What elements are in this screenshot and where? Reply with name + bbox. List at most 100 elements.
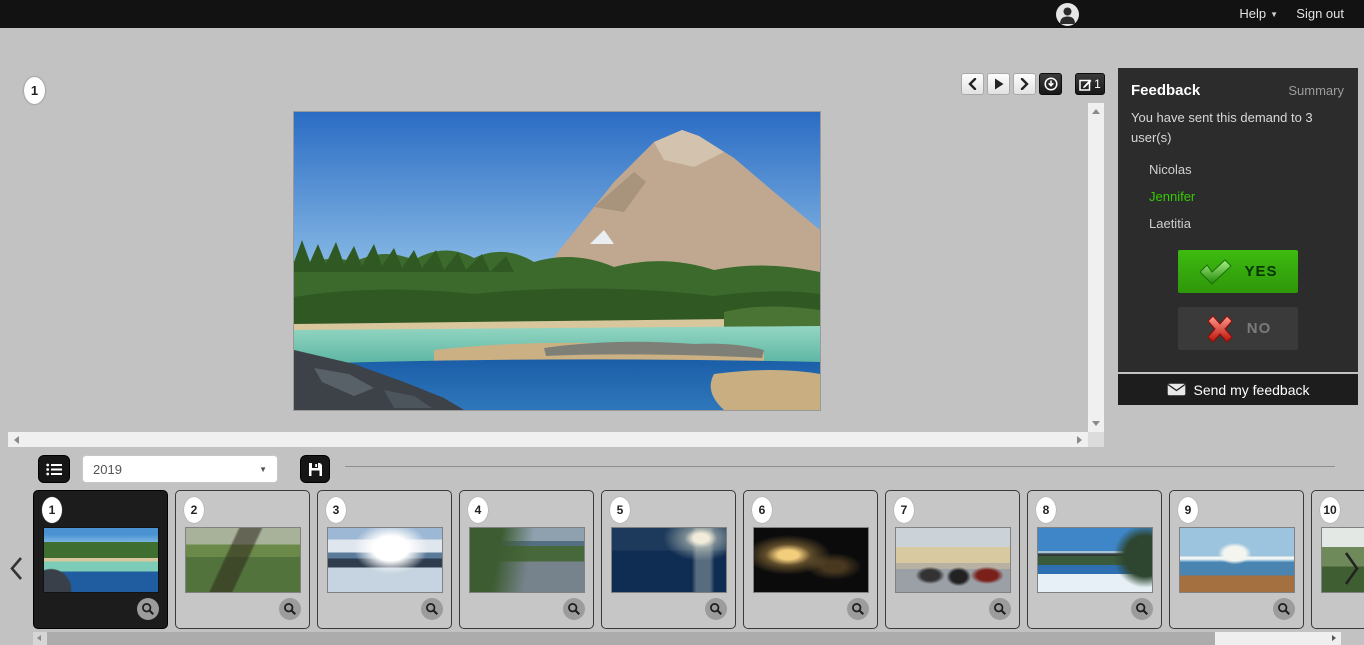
zoom-thumbnail-button[interactable] [137, 598, 159, 620]
recipient-list: Nicolas Jennifer Laetitia [1118, 156, 1358, 237]
thumbnail-cell-1[interactable]: 1 [33, 490, 168, 629]
filmstrip-scroll-left-button[interactable] [9, 556, 24, 586]
scrollbar-thumb[interactable] [47, 632, 1215, 645]
thumbnail-number: 5 [610, 497, 630, 523]
filmstrip-horizontal-scrollbar[interactable] [33, 632, 1341, 645]
recipient-jennifer: Jennifer [1118, 183, 1358, 210]
thumbnail-image [754, 528, 868, 592]
filmstrip-scroll-right-button[interactable] [1343, 551, 1360, 591]
main-photo [294, 112, 820, 410]
play-icon [994, 78, 1004, 90]
sign-out-link[interactable]: Sign out [1296, 0, 1344, 28]
thumbnail-image [612, 528, 726, 592]
thumbnail-number: 4 [468, 497, 488, 523]
yes-label: YES [1244, 263, 1277, 280]
x-icon [1205, 315, 1235, 343]
slideshow-play-button[interactable] [987, 73, 1010, 95]
thumbnail-image [328, 528, 442, 592]
magnifier-icon [283, 602, 297, 616]
thumbnail-number: 10 [1320, 497, 1340, 523]
scroll-left-arrow [37, 635, 41, 641]
circle-arrow-down-icon [1044, 77, 1058, 91]
viewer-controls: 1 [961, 73, 1105, 95]
yes-button[interactable]: YES [1178, 250, 1298, 293]
zoom-thumbnail-button[interactable] [279, 598, 301, 620]
thumbnail-image [470, 528, 584, 592]
thumbnail-cell-2[interactable]: 2 [175, 490, 310, 629]
scroll-right-arrow[interactable] [1332, 635, 1336, 641]
zoom-thumbnail-button[interactable] [705, 598, 727, 620]
person-icon [1059, 6, 1076, 24]
previous-photo-button[interactable] [961, 73, 984, 95]
zoom-thumbnail-button[interactable] [421, 598, 443, 620]
send-feedback-button[interactable]: Send my feedback [1118, 374, 1358, 405]
scrollbar-corner [1088, 432, 1104, 447]
download-photo-button[interactable] [1039, 73, 1062, 95]
thumbnail-cell-6[interactable]: 6 [743, 490, 878, 629]
thumbnail-cell-7[interactable]: 7 [885, 490, 1020, 629]
scrollbar-left-button[interactable] [33, 632, 47, 645]
help-menu[interactable]: Help ▼ [1239, 0, 1278, 28]
thumbnail-image [1180, 528, 1294, 592]
user-avatar[interactable] [1056, 3, 1079, 26]
magnifier-icon [567, 602, 581, 616]
thumbnail-number: 2 [184, 497, 204, 523]
select-caret-icon: ▼ [259, 465, 267, 474]
save-button[interactable] [300, 455, 330, 483]
magnifier-icon [1135, 602, 1149, 616]
thumbnail-cell-9[interactable]: 9 [1169, 490, 1304, 629]
magnifier-icon [425, 602, 439, 616]
thumbnail-number: 9 [1178, 497, 1198, 523]
scroll-left-arrow[interactable] [14, 436, 19, 444]
thumbnail-cell-5[interactable]: 5 [601, 490, 736, 629]
scroll-right-arrow[interactable] [1077, 436, 1082, 444]
chevron-down-icon: ▼ [1270, 10, 1278, 19]
year-select[interactable]: 2019 ▼ [82, 455, 278, 483]
filmstrip: 1 2 3 4 [33, 490, 1364, 630]
zoom-thumbnail-button[interactable] [1273, 598, 1295, 620]
edit-pencil-icon [1079, 78, 1092, 91]
top-bar: Help ▼ Sign out [0, 0, 1364, 28]
zoom-thumbnail-button[interactable] [847, 598, 869, 620]
chevron-left-icon [9, 556, 24, 581]
magnifier-icon [141, 602, 155, 616]
thumbnail-image [44, 528, 158, 592]
no-label: NO [1247, 320, 1272, 337]
chevron-right-icon [1343, 551, 1360, 586]
edit-note-button[interactable]: 1 [1075, 73, 1105, 95]
main-photo-image [294, 112, 820, 410]
list-view-button[interactable] [38, 455, 70, 483]
feedback-title: Feedback [1131, 82, 1200, 99]
zoom-thumbnail-button[interactable] [1131, 598, 1153, 620]
viewer-horizontal-scrollbar[interactable] [8, 432, 1088, 447]
thumbnail-number: 7 [894, 497, 914, 523]
thumbnail-cell-4[interactable]: 4 [459, 490, 594, 629]
send-feedback-label: Send my feedback [1194, 382, 1310, 398]
photo-index-badge: 1 [24, 77, 45, 104]
feedback-panel: Feedback Summary You have sent this dema… [1118, 68, 1358, 372]
thumbnail-cell-8[interactable]: 8 [1027, 490, 1162, 629]
scroll-down-arrow[interactable] [1092, 421, 1100, 426]
no-button[interactable]: NO [1178, 307, 1298, 350]
thumbnail-number: 1 [42, 497, 62, 523]
feedback-message: You have sent this demand to 3 user(s) [1118, 99, 1358, 148]
toolbar-divider [345, 466, 1335, 467]
thumbnail-image [896, 528, 1010, 592]
edit-count: 1 [1094, 77, 1101, 91]
checkmark-icon [1198, 259, 1232, 285]
thumbnail-image [186, 528, 300, 592]
recipient-laetitia: Laetitia [1118, 210, 1358, 237]
next-photo-button[interactable] [1013, 73, 1036, 95]
zoom-thumbnail-button[interactable] [563, 598, 585, 620]
chevron-right-icon [1020, 78, 1029, 90]
scroll-up-arrow[interactable] [1092, 109, 1100, 114]
chevron-left-icon [968, 78, 977, 90]
summary-link[interactable]: Summary [1288, 83, 1344, 98]
thumbnail-number: 3 [326, 497, 346, 523]
thumbnail-cell-3[interactable]: 3 [317, 490, 452, 629]
thumbnail-number: 6 [752, 497, 772, 523]
viewer-vertical-scrollbar[interactable] [1088, 103, 1104, 432]
magnifier-icon [1277, 602, 1291, 616]
help-label: Help [1239, 6, 1266, 21]
zoom-thumbnail-button[interactable] [989, 598, 1011, 620]
